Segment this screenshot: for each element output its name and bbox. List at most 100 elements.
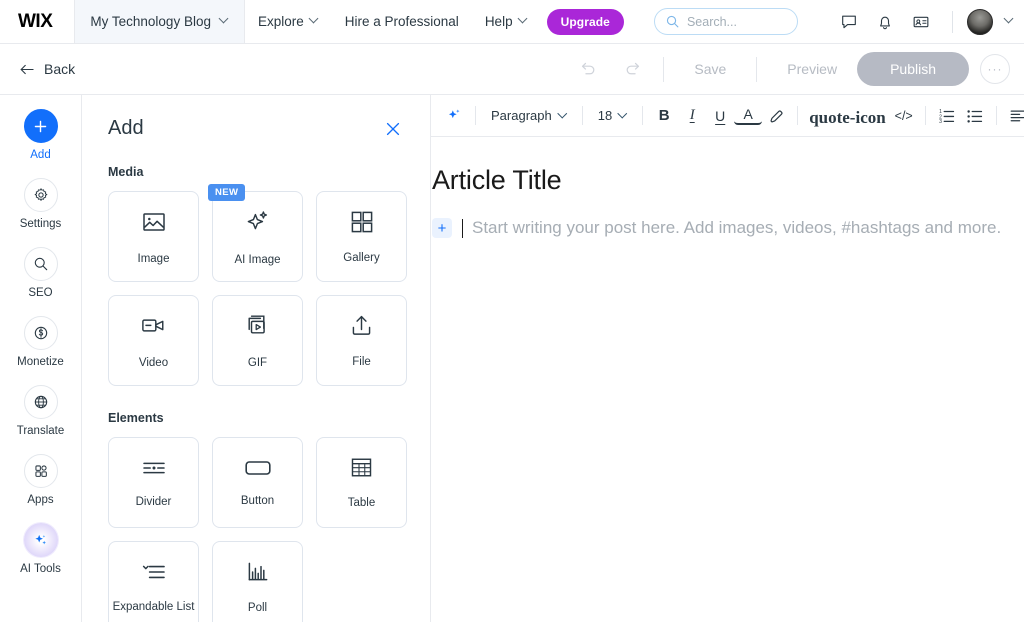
sidebar-item-translate[interactable]: Translate (0, 385, 81, 437)
sidebar-item-ai-tools[interactable]: AI Tools (0, 523, 81, 575)
sidebar-item-monetize[interactable]: Monetize (0, 316, 81, 368)
chevron-down-icon (310, 15, 319, 24)
chevron-down-icon (559, 110, 567, 118)
font-size-value: 18 (597, 108, 613, 123)
toolbar-divider (581, 106, 583, 125)
post-body-placeholder[interactable]: Start writing your post here. Add images… (472, 218, 1001, 238)
avatar[interactable] (967, 8, 993, 35)
poll-bars-icon (246, 560, 270, 589)
new-badge: NEW (208, 184, 246, 201)
add-card-divider[interactable]: Divider (108, 437, 199, 528)
add-card-image[interactable]: Image (108, 191, 199, 282)
nav-hire-a-professional[interactable]: Hire a Professional (332, 0, 472, 44)
video-camera-icon (140, 312, 167, 344)
toolbar-divider (995, 106, 997, 125)
quote-button[interactable]: quote-icon (805, 101, 890, 131)
toolbar-divider (797, 106, 799, 125)
site-selector[interactable]: My Technology Blog (74, 0, 245, 43)
nav-hire-label: Hire a Professional (344, 14, 459, 29)
ordered-list-icon[interactable]: 1 2 3 (933, 101, 961, 131)
add-card-label: File (352, 356, 371, 368)
article-title-row: Article Title (431, 165, 1024, 196)
redo-icon[interactable] (617, 54, 647, 84)
text-caret (462, 218, 463, 238)
nav-help-label: Help (484, 14, 513, 29)
section-label-media: Media (108, 165, 144, 179)
globe-icon (23, 385, 58, 419)
preview-button[interactable]: Preview (773, 61, 851, 77)
nav-help[interactable]: Help (472, 0, 541, 44)
sidebar-item-settings[interactable]: Settings (0, 178, 81, 230)
search-icon (666, 15, 679, 28)
divider-icon (141, 458, 167, 483)
search-icon (23, 247, 58, 281)
add-card-video[interactable]: Video (108, 295, 199, 386)
upgrade-button[interactable]: Upgrade (546, 8, 624, 35)
sidebar-label-translate: Translate (16, 425, 65, 437)
add-card-table[interactable]: Table (316, 437, 407, 528)
section-label-elements: Elements (108, 411, 164, 425)
add-card-label: Poll (247, 601, 268, 614)
arrow-left-icon (20, 64, 34, 74)
add-card-button[interactable]: Button (212, 437, 303, 528)
add-card-label: Expandable List (112, 600, 195, 613)
close-icon[interactable] (382, 118, 404, 140)
add-card-label: Image (137, 252, 170, 265)
add-card-expandable-list[interactable]: Expandable List (108, 541, 199, 622)
header-divider (952, 10, 953, 33)
publish-button[interactable]: Publish (857, 52, 969, 86)
toolbar-divider (663, 56, 665, 82)
wix-logo[interactable]: WIX (0, 11, 74, 33)
gear-icon (23, 178, 58, 212)
add-block-button[interactable]: + (432, 218, 452, 238)
code-button[interactable]: </> (890, 101, 918, 131)
search-input[interactable]: Search... (653, 8, 798, 35)
upload-icon (349, 313, 374, 343)
plus-icon (23, 109, 58, 143)
contact-card-icon[interactable] (904, 5, 938, 39)
chevron-down-icon[interactable] (1005, 15, 1014, 24)
search-placeholder: Search... (686, 14, 737, 29)
dollar-coin-icon (23, 316, 58, 350)
add-card-label: GIF (247, 356, 268, 369)
text-color-button[interactable]: A (734, 104, 763, 125)
article-title[interactable]: Article Title (432, 165, 1024, 196)
add-card-gallery[interactable]: Gallery (316, 191, 407, 282)
sidebar-item-seo[interactable]: SEO (0, 247, 81, 299)
add-card-file[interactable]: File (316, 295, 407, 386)
document-canvas[interactable]: Article Title + Start writing your post … (431, 137, 1024, 622)
back-button[interactable]: Back (20, 61, 75, 77)
sidebar-item-add[interactable]: Add (0, 109, 81, 161)
undo-icon[interactable] (573, 54, 603, 84)
underline-button[interactable]: U (706, 101, 734, 131)
sidebar-rail: Add Settings SEO Monetize Translate Apps… (0, 95, 82, 622)
editor-area: Paragraph 18 B I U A quote-icon </> 1 2 … (431, 95, 1024, 622)
chat-icon[interactable] (832, 5, 866, 39)
add-card-ai-image[interactable]: NEW AI Image (208, 184, 303, 282)
add-card-label: Divider (135, 495, 172, 508)
add-card-label: Button (240, 494, 275, 507)
add-card-poll[interactable]: Poll (212, 541, 303, 622)
save-button[interactable]: Save (680, 61, 740, 77)
gif-stack-icon (245, 313, 271, 344)
bell-icon[interactable] (868, 5, 902, 39)
add-card-label: Video (138, 357, 169, 369)
marker-pen-icon[interactable] (762, 101, 790, 131)
bullet-list-icon[interactable] (961, 101, 989, 131)
paragraph-style-select[interactable]: Paragraph (483, 101, 575, 131)
back-label: Back (44, 61, 76, 77)
sidebar-label-settings: Settings (19, 218, 62, 230)
align-left-icon[interactable] (1004, 101, 1024, 131)
ai-sparkle-icon[interactable] (440, 101, 468, 131)
sidebar-label-monetize: Monetize (17, 356, 64, 368)
bold-button[interactable]: B (650, 101, 678, 131)
main-body: Add Settings SEO Monetize Translate Apps… (0, 95, 1024, 622)
toolbar-divider (475, 106, 476, 125)
add-card-gif[interactable]: GIF (212, 295, 303, 386)
sidebar-item-apps[interactable]: Apps (0, 454, 81, 506)
font-size-select[interactable]: 18 (590, 101, 635, 131)
more-options-button[interactable]: ··· (980, 54, 1010, 84)
italic-button[interactable]: I (678, 101, 706, 131)
nav-explore[interactable]: Explore (245, 0, 332, 44)
chevron-down-icon (619, 110, 627, 118)
